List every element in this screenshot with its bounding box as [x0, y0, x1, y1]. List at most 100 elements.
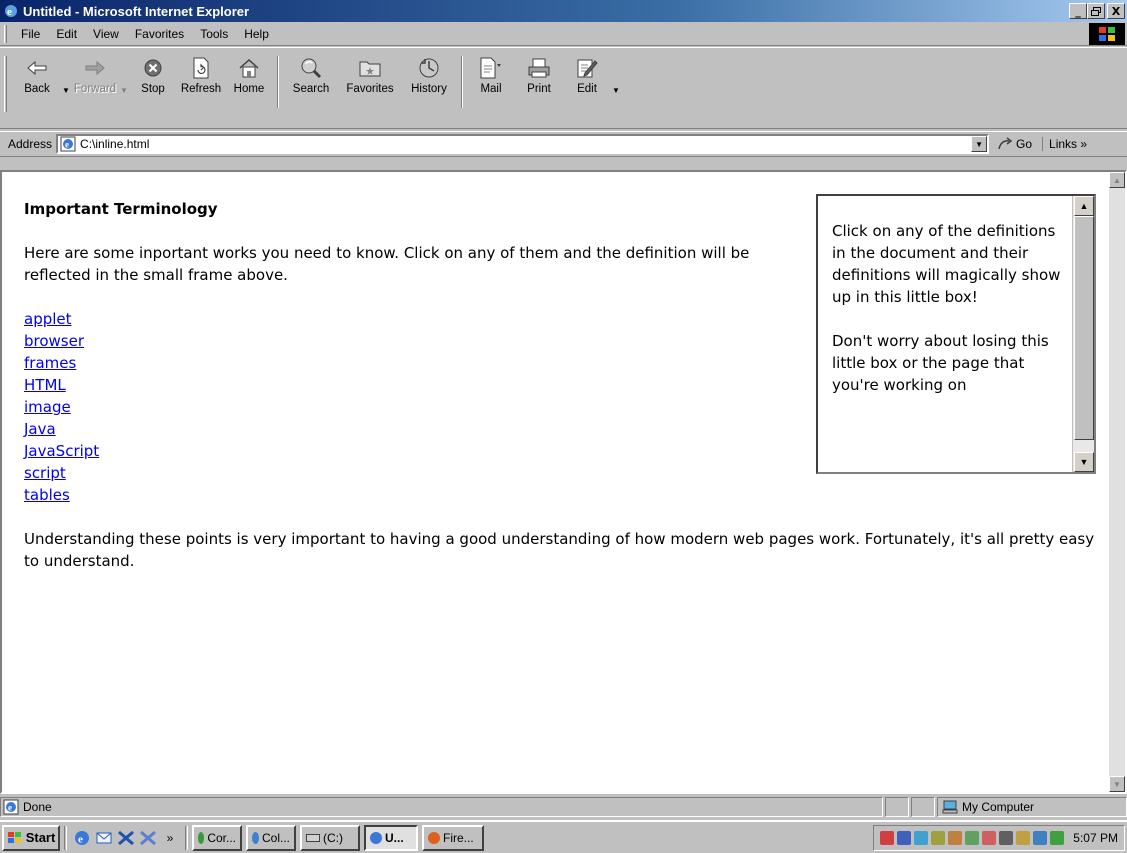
- link-tables[interactable]: tables: [24, 484, 1104, 506]
- favorites-label: Favorites: [346, 83, 394, 95]
- back-arrow-icon: [23, 56, 51, 80]
- mail-button[interactable]: Mail: [467, 56, 515, 95]
- clock[interactable]: 5:07 PM: [1073, 831, 1118, 845]
- search-icon: [297, 56, 325, 80]
- edit-icon: [573, 56, 601, 80]
- standard-toolbar: Back ▼ Forward ▼ Stop Refresh Home Searc…: [0, 47, 1127, 129]
- inline-frame[interactable]: Click on any of the definitions in the d…: [816, 194, 1096, 474]
- page-scroll-down-icon[interactable]: ▼: [1109, 776, 1125, 792]
- print-button[interactable]: Print: [515, 56, 563, 95]
- tray-icon[interactable]: [1050, 830, 1065, 845]
- edit-dropdown-icon[interactable]: ▼: [611, 86, 621, 95]
- toolbar-grip[interactable]: [4, 56, 7, 112]
- status-cell: [911, 797, 935, 817]
- outro-paragraph: Understanding these points is very impor…: [24, 530, 1095, 570]
- edit-label: Edit: [577, 83, 597, 95]
- links-button[interactable]: Links »: [1042, 137, 1087, 151]
- windows-flag-icon: [7, 831, 21, 843]
- menu-edit[interactable]: Edit: [48, 27, 85, 41]
- address-bar: Address e C:\inline.html ▼ Go Links »: [0, 131, 1127, 157]
- windows-logo-icon: [1089, 23, 1125, 45]
- quicklaunch-more-button[interactable]: »: [159, 827, 181, 849]
- start-button[interactable]: Start: [2, 824, 60, 851]
- taskbar-separator: [64, 825, 67, 850]
- task-icon: [198, 831, 205, 844]
- go-button[interactable]: Go: [997, 137, 1032, 151]
- close-button[interactable]: X: [1107, 3, 1125, 19]
- svg-text:e: e: [78, 833, 83, 845]
- inline-frame-scrollbar[interactable]: ▲ ▼: [1072, 196, 1094, 472]
- quicklaunch-ie-icon[interactable]: e: [71, 827, 93, 849]
- maximize-button[interactable]: [1087, 3, 1105, 19]
- tray-icon[interactable]: [965, 830, 980, 845]
- title-bar: e Untitled - Microsoft Internet Explorer…: [0, 0, 1127, 22]
- refresh-button[interactable]: Refresh: [177, 56, 225, 95]
- tray-icon[interactable]: [999, 830, 1014, 845]
- quicklaunch-app-icon[interactable]: [115, 827, 137, 849]
- address-dropdown-icon[interactable]: ▼: [971, 136, 988, 152]
- page-scroll-up-icon[interactable]: ▲: [1109, 172, 1125, 188]
- menu-grip[interactable]: [4, 24, 7, 43]
- menu-help[interactable]: Help: [236, 27, 277, 41]
- forward-dropdown-icon[interactable]: ▼: [119, 86, 129, 95]
- stop-label: Stop: [141, 83, 165, 95]
- print-label: Print: [527, 83, 551, 95]
- back-button[interactable]: Back: [13, 56, 61, 95]
- scroll-down-arrow-icon[interactable]: ▼: [1074, 452, 1094, 472]
- minimize-button[interactable]: _: [1069, 3, 1087, 19]
- menu-tools[interactable]: Tools: [192, 27, 236, 41]
- svg-text:e: e: [7, 6, 12, 18]
- intro-paragraph: Here are some inportant works you need t…: [24, 244, 750, 284]
- favorites-folder-icon: [356, 56, 384, 80]
- toolbar-separator: [461, 56, 463, 108]
- quicklaunch-outlook-icon[interactable]: [93, 827, 115, 849]
- menu-file[interactable]: File: [13, 27, 48, 41]
- history-button[interactable]: History: [401, 56, 457, 95]
- tray-icon[interactable]: [982, 830, 997, 845]
- page-scrollbar[interactable]: ▲ ▼: [1109, 172, 1125, 792]
- taskbar: Start e » Cor... Col... (C:) U... Fire..…: [0, 820, 1127, 853]
- ie-app-icon[interactable]: e: [3, 3, 19, 19]
- inline-frame-paragraph: Don't worry about losing this little box…: [832, 332, 1049, 394]
- stop-button[interactable]: Stop: [129, 56, 177, 95]
- task-button[interactable]: (C:): [300, 824, 360, 851]
- back-label: Back: [24, 83, 50, 95]
- forward-button[interactable]: Forward: [71, 56, 119, 95]
- tray-icon[interactable]: [931, 830, 946, 845]
- task-label: U...: [385, 830, 404, 845]
- task-button[interactable]: Cor...: [192, 824, 242, 851]
- favorites-button[interactable]: Favorites: [339, 56, 401, 95]
- address-input[interactable]: e C:\inline.html ▼: [56, 134, 990, 154]
- back-dropdown-icon[interactable]: ▼: [61, 86, 71, 95]
- task-label: (C:): [323, 830, 343, 845]
- task-button[interactable]: Col...: [246, 824, 296, 851]
- refresh-label: Refresh: [180, 83, 222, 95]
- home-icon: [235, 56, 263, 80]
- search-button[interactable]: Search: [283, 56, 339, 95]
- home-button[interactable]: Home: [225, 56, 273, 95]
- task-icon: [428, 831, 440, 844]
- computer-icon: [942, 800, 958, 814]
- scroll-thumb[interactable]: [1074, 216, 1094, 440]
- history-icon: [415, 56, 443, 80]
- tray-icon[interactable]: [948, 830, 963, 845]
- tray-icon[interactable]: [897, 830, 912, 845]
- tray-icon[interactable]: [1016, 830, 1031, 845]
- svg-text:e: e: [8, 803, 12, 813]
- tray-icon[interactable]: [880, 830, 895, 845]
- task-button-active[interactable]: U...: [364, 824, 418, 851]
- toolbar-separator: [277, 56, 279, 108]
- go-label: Go: [1016, 137, 1033, 151]
- task-icon: [370, 831, 382, 844]
- page-done-icon: e: [3, 799, 19, 815]
- svg-text:e: e: [65, 140, 69, 150]
- task-button[interactable]: Fire...: [422, 824, 484, 851]
- scroll-up-arrow-icon[interactable]: ▲: [1074, 196, 1094, 216]
- status-bar: e Done My Computer: [0, 796, 1127, 818]
- menu-favorites[interactable]: Favorites: [127, 27, 192, 41]
- menu-view[interactable]: View: [85, 27, 127, 41]
- quicklaunch-app-icon[interactable]: [137, 827, 159, 849]
- tray-icon[interactable]: [914, 830, 929, 845]
- tray-icon[interactable]: [1033, 830, 1048, 845]
- edit-button[interactable]: Edit: [563, 56, 611, 95]
